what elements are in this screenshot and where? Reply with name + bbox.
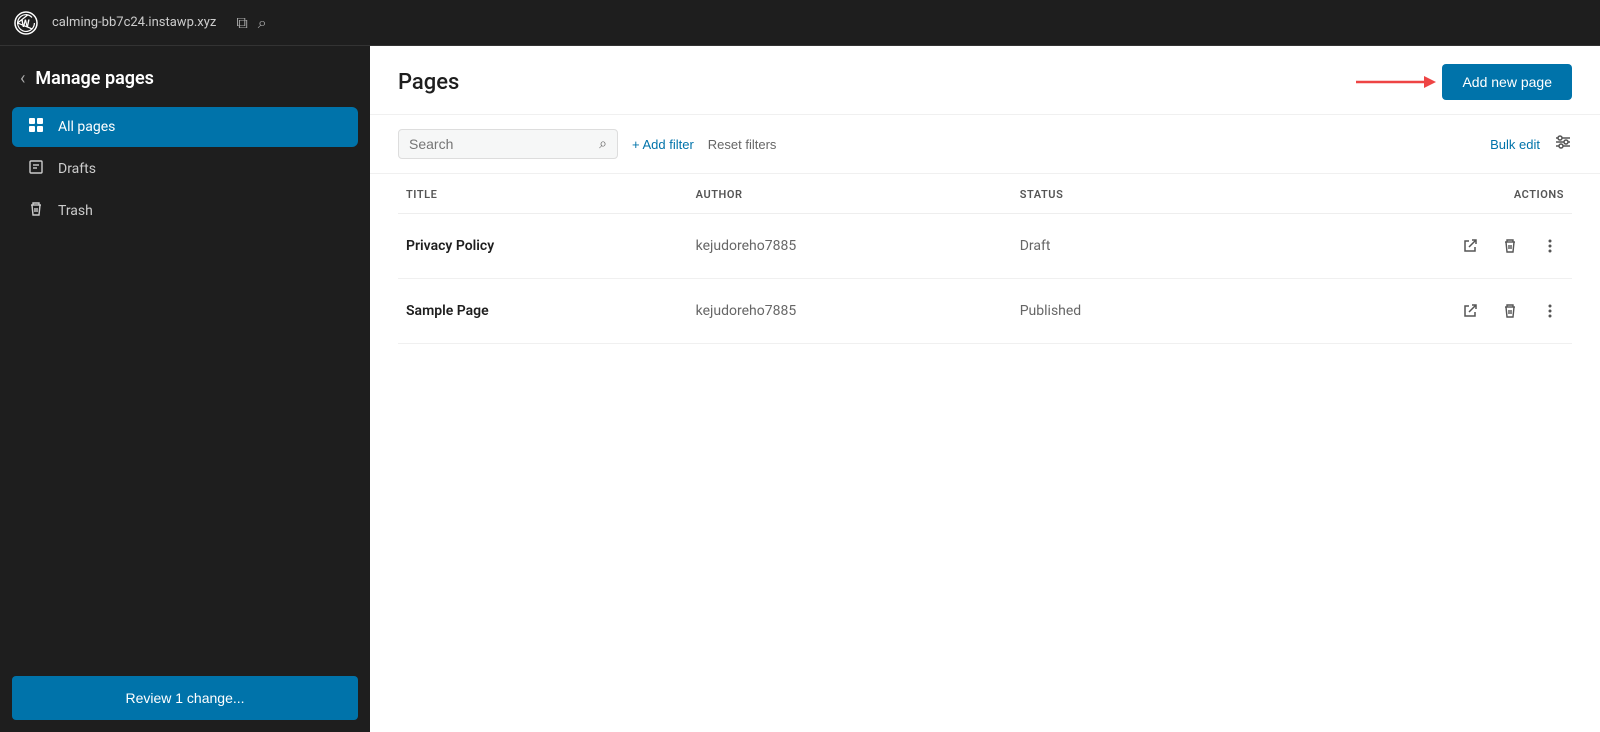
- sidebar-title: Manage pages: [35, 68, 154, 89]
- sidebar-item-trash[interactable]: Trash: [12, 191, 358, 231]
- sidebar-item-drafts[interactable]: Drafts: [12, 149, 358, 189]
- toolbar: ⌕ + Add filter Reset filters Bulk edit: [370, 115, 1600, 174]
- red-arrow-indicator: [1356, 70, 1436, 94]
- sidebar-nav: All pages Drafts: [0, 107, 370, 664]
- add-filter-button[interactable]: + Add filter: [632, 137, 694, 152]
- all-pages-icon: [26, 117, 46, 137]
- search-icon[interactable]: ⌕: [599, 136, 607, 152]
- reset-filters-button[interactable]: Reset filters: [708, 137, 777, 152]
- delete-action-button[interactable]: [1496, 232, 1524, 260]
- row-author: kejudoreho7885: [688, 214, 1012, 279]
- page-title: Pages: [398, 70, 459, 95]
- search-input[interactable]: [409, 136, 591, 152]
- add-new-page-button[interactable]: Add new page: [1442, 64, 1572, 100]
- review-changes-button[interactable]: Review 1 change...: [12, 676, 358, 720]
- drafts-icon: [26, 159, 46, 179]
- table-header-row: TITLE AUTHOR STATUS ACTIONS: [398, 174, 1572, 214]
- external-link-action-button[interactable]: [1456, 232, 1484, 260]
- all-pages-label: All pages: [58, 119, 115, 135]
- svg-text:W: W: [21, 19, 30, 30]
- row-title: Sample Page: [398, 279, 688, 344]
- bulk-edit-button[interactable]: Bulk edit: [1490, 137, 1540, 152]
- row-actions: [1227, 279, 1572, 344]
- table-row: Privacy Policy kejudoreho7885 Draft: [398, 214, 1572, 279]
- content-header: Pages Add new page: [370, 46, 1600, 115]
- col-status: STATUS: [1012, 174, 1227, 214]
- col-title: TITLE: [398, 174, 688, 214]
- toolbar-right: Bulk edit: [1490, 133, 1572, 156]
- row-author: kejudoreho7885: [688, 279, 1012, 344]
- wp-logo: W: [12, 9, 40, 37]
- search-topbar-icon[interactable]: ⌕: [258, 13, 267, 33]
- sidebar: ‹ Manage pages All pages: [0, 46, 370, 732]
- more-actions-button[interactable]: [1536, 297, 1564, 325]
- row-title: Privacy Policy: [398, 214, 688, 279]
- site-url: calming-bb7c24.instawp.xyz: [52, 15, 216, 30]
- row-status: Published: [1012, 279, 1227, 344]
- col-author: AUTHOR: [688, 174, 1012, 214]
- table-row: Sample Page kejudoreho7885 Published: [398, 279, 1572, 344]
- search-box: ⌕: [398, 129, 618, 159]
- add-new-wrapper: Add new page: [1356, 64, 1572, 100]
- pages-table: TITLE AUTHOR STATUS ACTIONS Privacy Poli…: [398, 174, 1572, 344]
- row-status: Draft: [1012, 214, 1227, 279]
- more-actions-button[interactable]: [1536, 232, 1564, 260]
- top-bar: W calming-bb7c24.instawp.xyz ⧉ ⌕: [0, 0, 1600, 46]
- top-bar-icons: ⧉ ⌕: [236, 13, 266, 33]
- drafts-label: Drafts: [58, 161, 96, 177]
- col-actions: ACTIONS: [1227, 174, 1572, 214]
- back-button[interactable]: ‹: [20, 68, 25, 89]
- pages-table-container: TITLE AUTHOR STATUS ACTIONS Privacy Poli…: [370, 174, 1600, 732]
- main-layout: ‹ Manage pages All pages: [0, 46, 1600, 732]
- content-area: Pages Add new page ⌕ + Add filter Reset …: [370, 46, 1600, 732]
- row-actions: [1227, 214, 1572, 279]
- sidebar-bottom: Review 1 change...: [0, 664, 370, 732]
- trash-label: Trash: [58, 203, 93, 219]
- sidebar-header: ‹ Manage pages: [0, 46, 370, 107]
- external-link-action-button[interactable]: [1456, 297, 1484, 325]
- trash-icon: [26, 201, 46, 221]
- sidebar-item-all-pages[interactable]: All pages: [12, 107, 358, 147]
- external-link-icon[interactable]: ⧉: [236, 13, 247, 33]
- filter-settings-button[interactable]: [1554, 133, 1572, 156]
- delete-action-button[interactable]: [1496, 297, 1524, 325]
